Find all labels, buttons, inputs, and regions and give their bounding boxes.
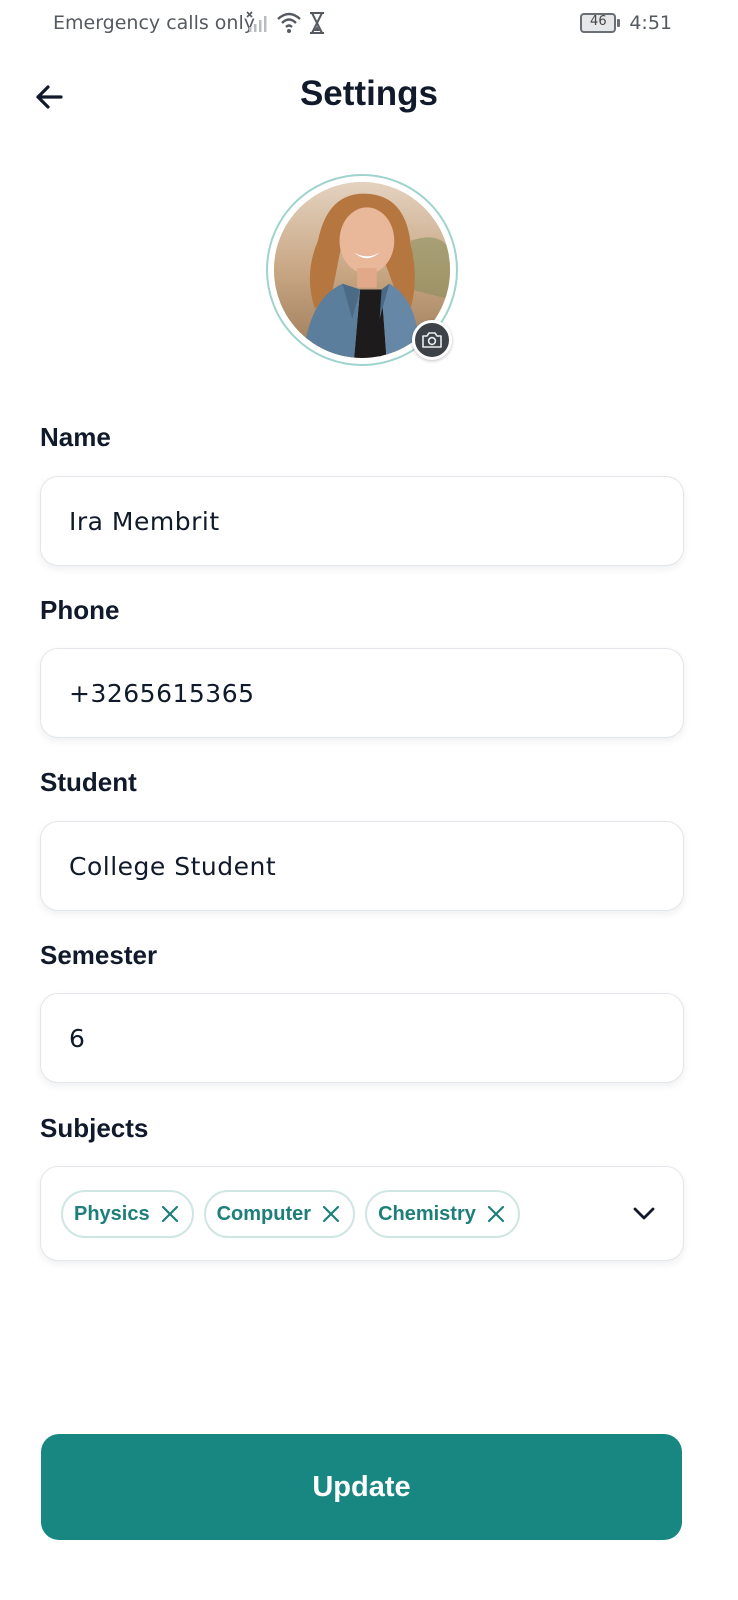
subject-chip: Physics bbox=[61, 1190, 194, 1238]
status-icons bbox=[246, 10, 326, 40]
status-bar: Emergency calls only 46 4:51 bbox=[0, 0, 738, 52]
subject-chips: Physics Computer Chemistry bbox=[61, 1190, 520, 1238]
name-label: Name bbox=[40, 422, 111, 452]
subjects-multiselect[interactable]: Physics Computer Chemistry bbox=[40, 1166, 684, 1261]
carrier-text: Emergency calls only bbox=[53, 12, 255, 34]
student-field[interactable]: College Student bbox=[40, 821, 684, 911]
page-title: Settings bbox=[299, 74, 439, 113]
remove-chip-close-icon[interactable] bbox=[486, 1204, 506, 1224]
update-button[interactable]: Update bbox=[41, 1434, 682, 1540]
subject-chip: Computer bbox=[203, 1190, 356, 1238]
phone-label: Phone bbox=[40, 595, 120, 625]
student-label: Student bbox=[40, 767, 137, 797]
clock: 4:51 bbox=[629, 12, 672, 34]
subject-chip-label: Chemistry bbox=[378, 1202, 476, 1225]
status-right: 46 4:51 bbox=[580, 12, 672, 34]
phone-field[interactable]: +3265615365 bbox=[40, 648, 684, 738]
subject-chip-label: Computer bbox=[216, 1202, 312, 1225]
semester-label: Semester bbox=[40, 940, 158, 970]
change-photo-button[interactable] bbox=[412, 320, 452, 360]
subjects-dropdown-button[interactable] bbox=[631, 1201, 657, 1227]
chevron-down-icon bbox=[633, 1207, 655, 1220]
subjects-label: Subjects bbox=[40, 1113, 149, 1143]
name-field[interactable]: Ira Membrit bbox=[40, 476, 684, 566]
student-value: College Student bbox=[69, 851, 277, 881]
battery-icon: 46 bbox=[580, 13, 621, 33]
name-value: Ira Membrit bbox=[69, 506, 220, 536]
phone-value: +3265615365 bbox=[69, 678, 255, 708]
camera-icon bbox=[422, 332, 442, 348]
subject-chip-label: Physics bbox=[74, 1202, 150, 1225]
subject-chip: Chemistry bbox=[365, 1190, 520, 1238]
update-button-label: Update bbox=[312, 1470, 411, 1503]
no-signal-icon bbox=[246, 10, 270, 40]
remove-chip-close-icon[interactable] bbox=[321, 1204, 341, 1224]
remove-chip-close-icon[interactable] bbox=[160, 1204, 180, 1224]
hourglass-icon bbox=[308, 11, 326, 40]
semester-field[interactable]: 6 bbox=[40, 993, 684, 1083]
wifi-icon bbox=[276, 11, 302, 40]
semester-value: 6 bbox=[69, 1023, 86, 1053]
battery-level: 46 bbox=[590, 14, 607, 29]
